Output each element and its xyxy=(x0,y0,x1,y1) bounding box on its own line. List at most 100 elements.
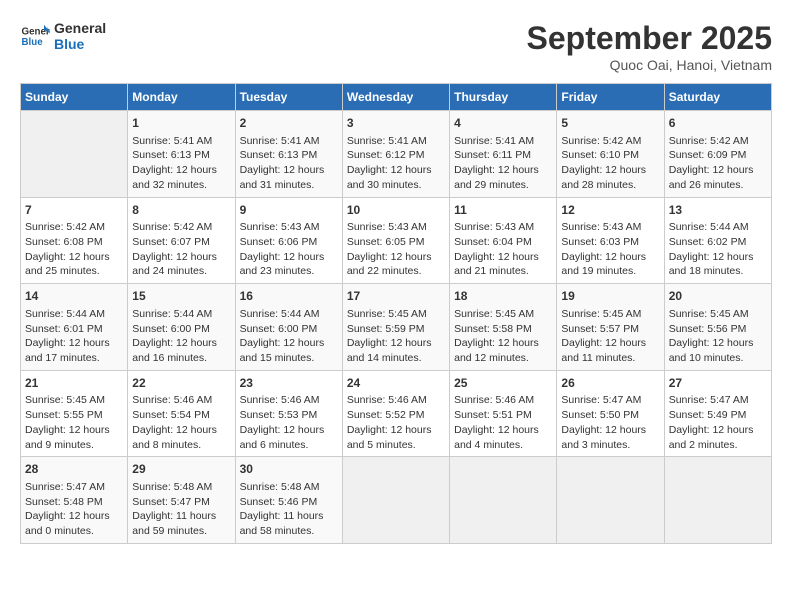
day-info-line: Sunset: 6:06 PM xyxy=(240,235,338,250)
day-info-line: and 2 minutes. xyxy=(669,438,767,453)
day-number: 21 xyxy=(25,375,123,392)
calendar-cell xyxy=(557,457,664,544)
day-info-line: Sunset: 6:09 PM xyxy=(669,148,767,163)
day-number: 13 xyxy=(669,202,767,219)
day-info-line: Sunset: 6:08 PM xyxy=(25,235,123,250)
day-number: 26 xyxy=(561,375,659,392)
calendar-week-row: 21Sunrise: 5:45 AMSunset: 5:55 PM Dayligh… xyxy=(21,370,772,457)
day-info-line: Daylight: 12 hours xyxy=(25,509,123,524)
day-number: 20 xyxy=(669,288,767,305)
day-info-line: Sunrise: 5:45 AM xyxy=(25,393,123,408)
day-info-line: Sunrise: 5:43 AM xyxy=(240,220,338,235)
day-info-line: Sunset: 5:58 PM xyxy=(454,322,552,337)
day-info-line: Daylight: 12 hours xyxy=(454,336,552,351)
day-info-line: Sunset: 6:04 PM xyxy=(454,235,552,250)
day-info-line: Sunrise: 5:46 AM xyxy=(454,393,552,408)
calendar-cell: 5Sunrise: 5:42 AMSunset: 6:10 PMDaylight… xyxy=(557,111,664,198)
calendar-cell: 3 Sunrise: 5:41 AMSunset: 6:12 PMDaylight… xyxy=(342,111,449,198)
day-info-line: Sunrise: 5:48 AM xyxy=(132,480,230,495)
calendar-cell: 28Sunrise: 5:47 AMSunset: 5:48 PMDayligh… xyxy=(21,457,128,544)
day-info-line: Sunset: 5:56 PM xyxy=(669,322,767,337)
day-number: 22 xyxy=(132,375,230,392)
day-info-line: Daylight: 11 hours xyxy=(132,509,230,524)
day-info-line: Sunrise: 5:44 AM xyxy=(132,307,230,322)
calendar-cell: 18Sunrise: 5:45 AMSunset: 5:58 PMDayligh… xyxy=(450,284,557,371)
day-info-line: and 18 minutes. xyxy=(669,264,767,279)
calendar-header-row: SundayMondayTuesdayWednesdayThursdayFrid… xyxy=(21,84,772,111)
calendar-cell xyxy=(342,457,449,544)
month-title: September 2025 xyxy=(527,20,772,57)
day-info-line: and 6 minutes. xyxy=(240,438,338,453)
day-info-line: Daylight: 12 hours xyxy=(561,163,659,178)
day-number: 15 xyxy=(132,288,230,305)
day-info-line: Sunset: 5:55 PM xyxy=(25,408,123,423)
day-info-line: Sunrise: 5:47 AM xyxy=(561,393,659,408)
day-info-line: Sunset: 6:12 PM xyxy=(347,148,445,163)
day-info-line: and 28 minutes. xyxy=(561,178,659,193)
day-info-line: Sunrise: 5:41 AM xyxy=(132,134,230,149)
day-number: 1 xyxy=(132,115,230,132)
day-info-line: Sunrise: 5:44 AM xyxy=(669,220,767,235)
day-info-line: Sunset: 6:07 PM xyxy=(132,235,230,250)
calendar-cell: 2Sunrise: 5:41 AMSunset: 6:13 PMDaylight… xyxy=(235,111,342,198)
day-info-line: Sunset: 6:02 PM xyxy=(669,235,767,250)
calendar-cell: 21Sunrise: 5:45 AMSunset: 5:55 PMDayligh… xyxy=(21,370,128,457)
day-info-line: Daylight: 12 hours xyxy=(347,250,445,265)
day-info-line: and 21 minutes. xyxy=(454,264,552,279)
day-info-line: Sunset: 6:03 PM xyxy=(561,235,659,250)
day-info-line: and 14 minutes. xyxy=(347,351,445,366)
weekday-header-sunday: Sunday xyxy=(21,84,128,111)
day-info-line: Sunset: 5:48 PM xyxy=(25,495,123,510)
day-info-line: Sunrise: 5:46 AM xyxy=(240,393,338,408)
logo-icon: General Blue xyxy=(20,21,50,51)
day-info-line: Sunrise: 5:41 AM xyxy=(347,134,445,149)
calendar-cell: 10Sunrise: 5:43 AMSunset: 6:05 PMDayligh… xyxy=(342,197,449,284)
day-info-line: Sunset: 6:01 PM xyxy=(25,322,123,337)
day-number: 4 xyxy=(454,115,552,132)
day-info-line: and 8 minutes. xyxy=(132,438,230,453)
calendar-cell xyxy=(450,457,557,544)
day-info-line: Sunrise: 5:47 AM xyxy=(669,393,767,408)
calendar-cell: 1Sunrise: 5:41 AMSunset: 6:13 PMDaylight… xyxy=(128,111,235,198)
day-info-line: Sunset: 5:54 PM xyxy=(132,408,230,423)
day-info-line: and 17 minutes. xyxy=(25,351,123,366)
day-info-line: Daylight: 12 hours xyxy=(132,250,230,265)
calendar-cell: 8Sunrise: 5:42 AMSunset: 6:07 PMDaylight… xyxy=(128,197,235,284)
logo: General Blue General Blue xyxy=(20,20,106,52)
day-info-line: Daylight: 12 hours xyxy=(25,336,123,351)
calendar-week-row: 28Sunrise: 5:47 AMSunset: 5:48 PMDayligh… xyxy=(21,457,772,544)
day-number: 17 xyxy=(347,288,445,305)
day-number: 10 xyxy=(347,202,445,219)
location: Quoc Oai, Hanoi, Vietnam xyxy=(527,57,772,73)
day-info-line: Daylight: 12 hours xyxy=(132,163,230,178)
calendar-week-row: 14Sunrise: 5:44 AMSunset: 6:01 PMDayligh… xyxy=(21,284,772,371)
day-info-line: Daylight: 12 hours xyxy=(240,250,338,265)
calendar-week-row: 1Sunrise: 5:41 AMSunset: 6:13 PMDaylight… xyxy=(21,111,772,198)
calendar-cell: 25Sunrise: 5:46 AMSunset: 5:51 PMDayligh… xyxy=(450,370,557,457)
day-info-line: Sunrise: 5:48 AM xyxy=(240,480,338,495)
day-number: 7 xyxy=(25,202,123,219)
calendar-table: SundayMondayTuesdayWednesdayThursdayFrid… xyxy=(20,83,772,544)
day-info-line: Daylight: 12 hours xyxy=(454,423,552,438)
weekday-header-saturday: Saturday xyxy=(664,84,771,111)
calendar-cell: 11Sunrise: 5:43 AMSunset: 6:04 PMDayligh… xyxy=(450,197,557,284)
calendar-cell: 26Sunrise: 5:47 AMSunset: 5:50 PMDayligh… xyxy=(557,370,664,457)
day-number: 3 xyxy=(347,115,445,132)
day-info-line: Daylight: 12 hours xyxy=(347,163,445,178)
title-block: September 2025 Quoc Oai, Hanoi, Vietnam xyxy=(527,20,772,73)
day-info-line: Sunrise: 5:43 AM xyxy=(347,220,445,235)
day-info-line: and 19 minutes. xyxy=(561,264,659,279)
day-info-line: Daylight: 12 hours xyxy=(669,250,767,265)
day-info-line: and 58 minutes. xyxy=(240,524,338,539)
day-info-line: Daylight: 12 hours xyxy=(669,163,767,178)
day-info-line: Sunrise: 5:46 AM xyxy=(132,393,230,408)
day-info-line: and 5 minutes. xyxy=(347,438,445,453)
weekday-header-wednesday: Wednesday xyxy=(342,84,449,111)
calendar-cell: 9Sunrise: 5:43 AMSunset: 6:06 PMDaylight… xyxy=(235,197,342,284)
day-info-line: Sunset: 5:49 PM xyxy=(669,408,767,423)
calendar-cell: 15Sunrise: 5:44 AMSunset: 6:00 PMDayligh… xyxy=(128,284,235,371)
day-info-line: Sunset: 6:00 PM xyxy=(240,322,338,337)
day-info-line: Sunrise: 5:42 AM xyxy=(25,220,123,235)
day-info-line: Sunrise: 5:43 AM xyxy=(561,220,659,235)
calendar-cell: 13Sunrise: 5:44 AMSunset: 6:02 PMDayligh… xyxy=(664,197,771,284)
